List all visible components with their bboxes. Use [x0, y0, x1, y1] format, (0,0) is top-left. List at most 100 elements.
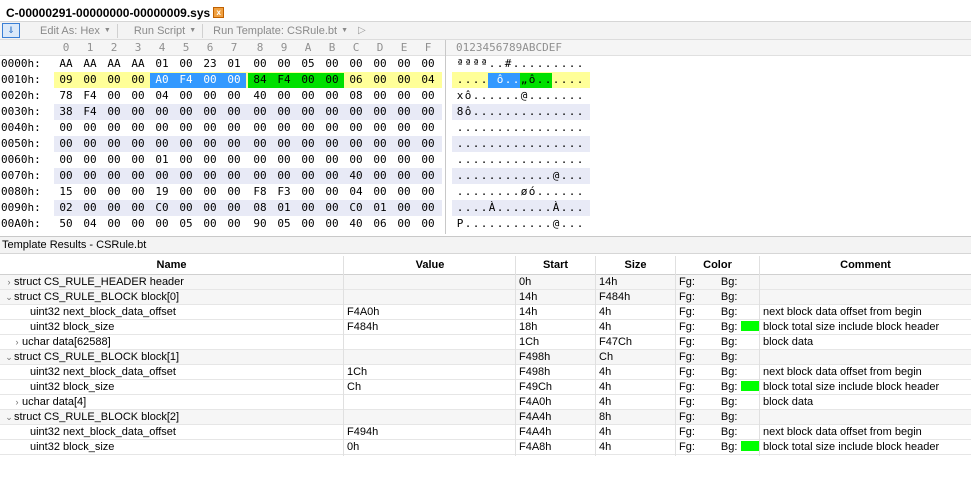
ascii-char[interactable]: . [472, 89, 480, 104]
hex-byte[interactable]: 00 [296, 185, 320, 200]
hex-byte[interactable]: 02 [54, 201, 78, 216]
close-icon[interactable]: x [213, 7, 225, 18]
ascii-char[interactable]: ª [456, 57, 464, 72]
hex-byte[interactable]: F4 [78, 105, 102, 120]
hex-byte[interactable]: 04 [344, 185, 368, 200]
hex-byte[interactable]: 00 [126, 217, 150, 232]
hex-byte[interactable]: 00 [248, 153, 272, 168]
hex-byte[interactable]: 40 [344, 169, 368, 184]
ascii-char[interactable]: . [528, 201, 536, 216]
hex-byte[interactable]: 00 [150, 169, 174, 184]
ascii-char[interactable]: . [480, 153, 488, 168]
template-row[interactable]: › uchar data[62588] 1Ch F47Ch Fg: Bg: block da… [0, 335, 971, 350]
hex-byte[interactable]: 00 [272, 169, 296, 184]
hex-byte[interactable]: 00 [150, 217, 174, 232]
hex-byte[interactable]: 00 [368, 73, 392, 88]
ascii-char[interactable]: . [576, 153, 584, 168]
hex-byte[interactable]: 00 [198, 137, 222, 152]
hex-byte[interactable]: 78 [54, 89, 78, 104]
hex-byte[interactable]: 01 [368, 201, 392, 216]
ascii-char[interactable]: P [456, 217, 464, 232]
hex-byte[interactable]: 00 [174, 153, 198, 168]
ascii-char[interactable]: . [480, 217, 488, 232]
hex-byte[interactable]: 00 [416, 153, 440, 168]
ascii-char[interactable]: . [472, 169, 480, 184]
hex-byte[interactable]: 00 [150, 121, 174, 136]
hex-byte[interactable]: 00 [198, 185, 222, 200]
ascii-char[interactable]: . [512, 185, 520, 200]
hex-byte[interactable]: 00 [416, 201, 440, 216]
hex-byte[interactable]: 08 [248, 201, 272, 216]
template-row[interactable]: ⌄struct CS_RULE_BLOCK block[0] 14h F484h Fg… [0, 290, 971, 305]
ascii-char[interactable]: . [512, 153, 520, 168]
hex-byte[interactable]: 00 [102, 121, 126, 136]
ascii-char[interactable]: . [456, 121, 464, 136]
hex-view[interactable]: 0000h: AA AA AA AA 01 00 23 01 00 00 05 00 00 00 00 00 ª ª… [0, 56, 971, 234]
hex-byte[interactable]: 38 [54, 105, 78, 120]
hex-byte[interactable]: 00 [344, 57, 368, 72]
ascii-char[interactable]: . [504, 185, 512, 200]
ascii-char[interactable]: . [552, 89, 560, 104]
ascii-char[interactable]: . [496, 153, 504, 168]
hex-byte[interactable]: 00 [222, 137, 246, 152]
hex-byte[interactable]: 05 [296, 57, 320, 72]
hex-byte[interactable]: 09 [54, 73, 78, 88]
ascii-char[interactable]: . [488, 105, 496, 120]
hex-byte[interactable]: 00 [416, 105, 440, 120]
hex-byte[interactable]: 00 [272, 137, 296, 152]
hex-byte[interactable]: AA [102, 57, 126, 72]
template-row[interactable]: uint32 block_size Ch F49Ch 4h Fg: Bg: block to… [0, 380, 971, 395]
chevron-right-icon[interactable]: › [12, 335, 22, 349]
hex-byte[interactable]: 00 [198, 121, 222, 136]
hex-byte[interactable]: 00 [392, 137, 416, 152]
ascii-char[interactable]: . [560, 201, 568, 216]
ascii-char[interactable]: # [504, 57, 512, 72]
ascii-char[interactable]: . [552, 121, 560, 136]
hex-byte[interactable]: 00 [198, 201, 222, 216]
ascii-char[interactable]: . [464, 73, 472, 88]
hex-byte[interactable]: F8 [248, 185, 272, 200]
hex-byte[interactable]: 00 [272, 153, 296, 168]
ascii-char[interactable]: . [552, 57, 560, 72]
ascii-char[interactable]: . [520, 201, 528, 216]
ascii-char[interactable]: . [520, 105, 528, 120]
ascii-char[interactable]: . [480, 137, 488, 152]
hex-byte[interactable]: 00 [174, 89, 198, 104]
hex-byte[interactable]: 00 [368, 105, 392, 120]
hex-byte[interactable]: 00 [54, 153, 78, 168]
hex-byte[interactable]: 00 [174, 169, 198, 184]
hex-byte[interactable]: 00 [174, 201, 198, 216]
ascii-char[interactable]: . [544, 121, 552, 136]
ascii-char[interactable]: . [544, 185, 552, 200]
hex-byte[interactable]: 00 [392, 185, 416, 200]
hex-byte[interactable]: 00 [296, 105, 320, 120]
hex-byte[interactable]: 00 [102, 201, 126, 216]
ascii-char[interactable]: . [512, 121, 520, 136]
hex-byte[interactable]: 01 [222, 57, 246, 72]
ascii-char[interactable]: . [512, 169, 520, 184]
hex-byte[interactable]: 15 [54, 185, 78, 200]
hex-byte[interactable]: 00 [126, 137, 150, 152]
hex-byte[interactable]: 00 [174, 105, 198, 120]
hex-byte[interactable]: 00 [198, 89, 222, 104]
hex-byte[interactable]: 00 [222, 201, 246, 216]
ascii-char[interactable]: . [560, 169, 568, 184]
hex-byte[interactable]: 00 [78, 169, 102, 184]
hex-byte[interactable]: 19 [150, 185, 174, 200]
hex-byte[interactable]: F3 [272, 185, 296, 200]
ascii-char[interactable]: ª [464, 57, 472, 72]
hex-byte[interactable]: 00 [416, 137, 440, 152]
hex-byte[interactable]: 01 [272, 201, 296, 216]
ascii-char[interactable]: ª [480, 57, 488, 72]
hex-byte[interactable]: 00 [368, 121, 392, 136]
ascii-char[interactable]: . [496, 185, 504, 200]
ascii-char[interactable]: . [560, 217, 568, 232]
hex-byte[interactable]: 00 [126, 89, 150, 104]
ascii-char[interactable]: À [552, 201, 560, 216]
hex-byte[interactable]: 00 [272, 121, 296, 136]
template-row[interactable]: › struct CS_RULE_HEADER header 0h 14h Fg: Bg: [0, 275, 971, 290]
hex-byte[interactable]: 04 [78, 217, 102, 232]
hex-byte[interactable]: 00 [198, 153, 222, 168]
ascii-char[interactable]: . [568, 105, 576, 120]
ascii-char[interactable]: . [512, 89, 520, 104]
